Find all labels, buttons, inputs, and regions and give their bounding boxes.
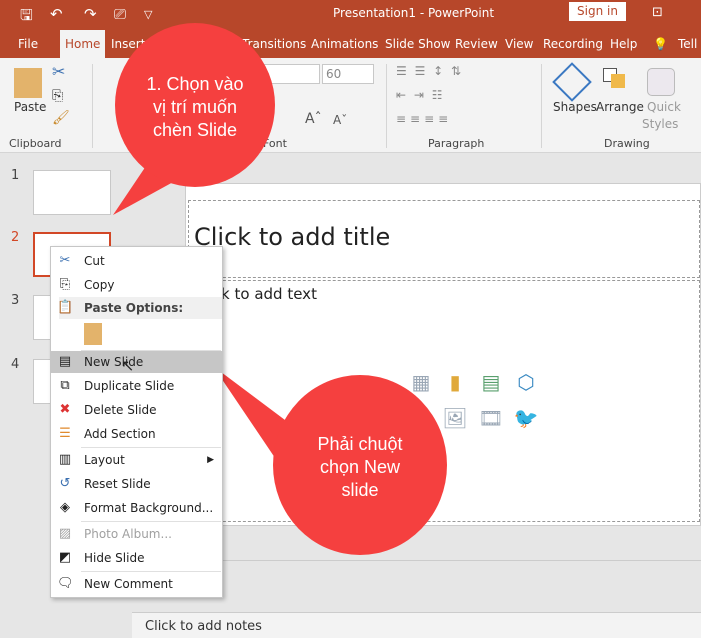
paste-keep-formatting-button[interactable] [84,323,102,345]
menu-label: Format Background... [84,501,214,515]
submenu-arrow-icon: ▶ [207,455,214,465]
new-slide-icon: ▤ [58,354,72,369]
menu-label: Paste Options: [84,301,184,315]
menu-label: Add Section [84,427,156,441]
context-menu: ✂ Cut ⎘ Copy 📋 Paste Options: ▤ New Slide ⧉ D… [50,246,223,598]
menu-item-duplicate-slide[interactable]: ⧉ Duplicate Slide [51,375,222,397]
callout-2-text: Phải chuột chọn New slide [285,433,435,502]
callout-1-text: 1. Chọn vào vị trí muốn chèn Slide [120,73,270,142]
menu-item-photo-album: ▨ Photo Album... [51,523,222,545]
menu-label: New Comment [84,577,173,591]
format-background-icon: ◈ [60,500,70,515]
menu-item-delete-slide[interactable]: ✖ Delete Slide [51,399,222,421]
menu-label: Duplicate Slide [84,379,175,393]
photo-album-icon: ▨ [58,526,72,541]
menu-label: Photo Album... [84,527,172,541]
copy-icon: ⎘ [59,277,71,292]
add-section-icon: ☰ [59,426,71,441]
callout-2-line: chọn New [319,457,401,477]
menu-item-new-comment[interactable]: 🗨 New Comment [51,573,222,595]
menu-item-format-background[interactable]: ◈ Format Background... [51,497,222,519]
menu-label: Hide Slide [84,551,145,565]
callout-1-line: vị trí muốn [152,97,238,117]
menu-item-cut[interactable]: ✂ Cut [51,250,222,272]
menu-item-layout[interactable]: ▥ Layout ▶ [51,449,222,471]
hide-slide-icon: ◩ [58,550,72,565]
paste-options-header: 📋 Paste Options: [57,297,222,319]
callout-1-line: 1. Chọn vào [146,74,244,94]
menu-label: Cut [84,254,105,268]
layout-icon: ▥ [58,452,72,467]
cut-icon: ✂ [59,253,71,268]
callout-2-line: Phải chuột [317,434,403,454]
menu-label: Reset Slide [84,477,151,491]
paste-icon: 📋 [57,300,74,315]
mouse-cursor-icon: ↖ [121,356,135,375]
duplicate-slide-icon: ⧉ [60,378,70,393]
menu-label: Copy [84,278,115,292]
comment-icon: 🗨 [57,576,74,591]
delete-slide-icon: ✖ [59,402,71,417]
menu-item-add-section[interactable]: ☰ Add Section [51,423,222,445]
menu-item-copy[interactable]: ⎘ Copy [51,274,222,296]
callout-2-line: slide [341,480,379,500]
reset-slide-icon: ↺ [59,476,71,491]
menu-label: Layout [84,453,125,467]
menu-item-hide-slide[interactable]: ◩ Hide Slide [51,547,222,569]
callout-1-line: chèn Slide [152,120,238,140]
menu-item-new-slide[interactable]: ▤ New Slide [51,351,222,373]
menu-item-reset-slide[interactable]: ↺ Reset Slide [51,473,222,495]
menu-label: Delete Slide [84,403,157,417]
